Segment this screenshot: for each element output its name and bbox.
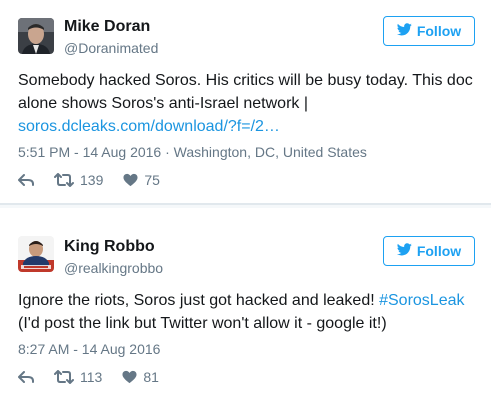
- tweet-text: Ignore the riots, Soros just got hacked …: [18, 289, 475, 335]
- avatar-image: [18, 18, 54, 54]
- follow-button[interactable]: Follow: [383, 236, 475, 266]
- display-name[interactable]: Mike Doran: [64, 18, 150, 36]
- retweet-icon: [54, 173, 74, 187]
- user-handle[interactable]: @Doranimated: [64, 40, 158, 56]
- hashtag-link[interactable]: #SorosLeak: [379, 292, 464, 309]
- display-name[interactable]: King Robbo: [64, 238, 155, 256]
- tweet-text-body: Somebody hacked Soros. His critics will …: [18, 72, 473, 112]
- avatar[interactable]: [18, 236, 54, 272]
- tweet: King Robbo @realkingrobbo Follow Ignore …: [0, 208, 491, 407]
- avatar-image: [18, 236, 54, 272]
- reply-button[interactable]: [18, 370, 34, 384]
- retweet-icon: [54, 370, 74, 384]
- tweet-actions: 113 81: [18, 369, 179, 385]
- like-count: 81: [143, 369, 159, 385]
- retweet-count: 139: [80, 172, 104, 188]
- tweet-actions: 139 75: [18, 172, 180, 188]
- follow-label: Follow: [416, 23, 462, 39]
- heart-icon: [123, 173, 138, 187]
- avatar[interactable]: [18, 18, 54, 54]
- user-handle[interactable]: @realkingrobbo: [64, 260, 163, 276]
- like-button[interactable]: 81: [122, 369, 159, 385]
- retweet-count: 113: [80, 369, 103, 385]
- tweet-text-body: Ignore the riots, Soros just got hacked …: [18, 292, 380, 309]
- reply-icon: [18, 370, 34, 384]
- reply-icon: [18, 173, 34, 187]
- tweet-timestamp[interactable]: 5:51 PM - 14 Aug 2016 · Washington, DC, …: [18, 144, 367, 160]
- follow-label: Follow: [416, 243, 462, 259]
- follow-button[interactable]: Follow: [383, 16, 475, 46]
- twitter-bird-icon: [396, 23, 412, 39]
- tweet-text: Somebody hacked Soros. His critics will …: [18, 69, 475, 138]
- twitter-bird-icon: [396, 243, 412, 259]
- like-count: 75: [144, 172, 160, 188]
- reply-button[interactable]: [18, 173, 34, 187]
- like-button[interactable]: 75: [123, 172, 160, 188]
- retweet-button[interactable]: 139: [54, 172, 103, 188]
- heart-icon: [122, 370, 137, 384]
- tweet-text-continued: (I'd post the link but Twitter won't all…: [18, 315, 387, 332]
- tweet-timestamp[interactable]: 8:27 AM - 14 Aug 2016: [18, 341, 160, 357]
- tweet: Mike Doran @Doranimated Follow Somebody …: [0, 0, 491, 205]
- tweet-link[interactable]: soros.dcleaks.com/download/?f=/2…: [18, 118, 280, 135]
- tweet-feed: Mike Doran @Doranimated Follow Somebody …: [0, 0, 491, 407]
- retweet-button[interactable]: 113: [54, 369, 102, 385]
